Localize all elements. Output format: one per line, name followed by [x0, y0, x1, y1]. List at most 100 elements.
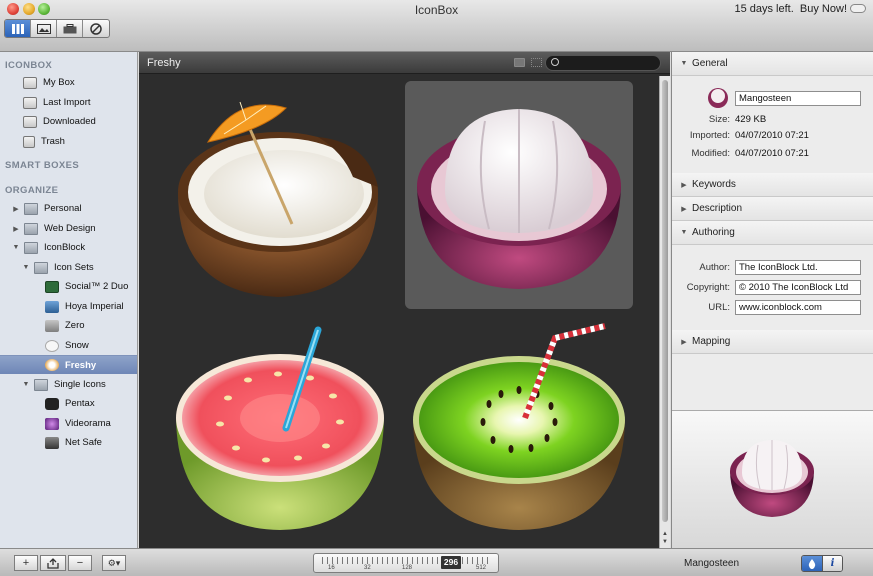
kiwi-icon [413, 323, 625, 530]
sidebar: ICONBOX My Box Last Import Downloaded Tr… [0, 52, 138, 548]
sidebar-item-last-import[interactable]: Last Import [0, 93, 137, 112]
mangosteen-thumb-icon [708, 88, 728, 108]
box-button[interactable] [57, 20, 83, 37]
trash-icon [23, 135, 35, 148]
section-general[interactable]: ▼ General [672, 52, 873, 76]
icon-cell-mangosteen[interactable] [405, 81, 633, 309]
section-smart-boxes: SMART BOXES [5, 160, 80, 171]
action-menu-button[interactable]: ⚙▾ [102, 555, 126, 571]
author-field[interactable]: The IconBlock Ltd. [735, 260, 861, 275]
folder-icon [24, 241, 38, 254]
snow-icon [45, 339, 59, 352]
disclosure-right-icon[interactable]: ▶ [12, 225, 20, 233]
icon-preview [672, 410, 873, 548]
disclosure-down-icon: ▼ [680, 229, 688, 236]
toolbar-toggle-button[interactable] [850, 4, 866, 13]
size-row: Size: 429 KB [708, 114, 767, 125]
vertical-scrollbar[interactable]: ▲ ▼ [659, 76, 670, 548]
tick-label: 16 [328, 565, 335, 571]
copyright-field[interactable]: © 2010 The IconBlock Ltd [735, 280, 861, 295]
collection-title: Freshy [147, 57, 181, 69]
info-pane: ▼ General Mangosteen Size: 429 KB Import… [671, 52, 873, 548]
sidebar-item-hoya-imperial[interactable]: Hoya Imperial [0, 297, 137, 316]
coconut-icon [178, 101, 378, 297]
export-button[interactable] [40, 555, 66, 571]
search-field[interactable] [545, 55, 661, 71]
tick-label: 32 [364, 565, 371, 571]
social-icon [45, 280, 59, 293]
settings-button[interactable] [83, 20, 109, 37]
icon-cell-guava[interactable] [168, 318, 396, 546]
iconbox-window: IconBox 15 days left. Buy Now! ICONBOX M… [0, 0, 873, 576]
tick-label: 128 [402, 565, 413, 571]
last-import-icon [23, 96, 37, 109]
section-keywords[interactable]: ▶ Keywords [672, 173, 873, 197]
folder-icon [24, 202, 38, 215]
disclosure-down-icon[interactable]: ▼ [22, 381, 30, 388]
mangosteen-preview-icon [730, 440, 814, 517]
my-box-icon [23, 76, 37, 89]
browser-header: Freshy [139, 52, 670, 74]
disclosure-right-icon: ▶ [681, 338, 687, 346]
settings-icon [90, 22, 102, 35]
remove-button[interactable]: − [68, 555, 92, 571]
scroll-down-icon[interactable]: ▼ [662, 539, 668, 545]
icon-cell-kiwi[interactable] [405, 318, 633, 546]
list-view-toggle[interactable] [531, 58, 542, 67]
sidebar-item-snow[interactable]: Snow [0, 336, 137, 355]
selection-status: Mangosteen [684, 558, 740, 569]
view-toolbar [4, 19, 110, 38]
icon-cell-coconut[interactable] [168, 82, 396, 310]
sidebar-item-downloaded[interactable]: Downloaded [0, 112, 137, 131]
title-bar: IconBox 15 days left. Buy Now! [0, 0, 873, 52]
info-button[interactable]: i [822, 556, 842, 571]
tick-label: 512 [476, 565, 487, 571]
camera-icon [45, 397, 59, 410]
section-mapping[interactable]: ▶ Mapping [672, 330, 873, 354]
sidebar-item-trash[interactable]: Trash [0, 132, 137, 151]
preview-icon [36, 23, 51, 34]
inspector-toggle: i [801, 555, 843, 572]
name-field[interactable]: Mangosteen [735, 91, 861, 106]
buy-now-link[interactable]: Buy Now! [800, 3, 847, 15]
section-organize: ORGANIZE [5, 185, 59, 196]
mangosteen-icon [417, 109, 621, 289]
search-input[interactable] [562, 57, 656, 69]
grid-view-button[interactable] [5, 20, 31, 37]
sidebar-item-pentax[interactable]: Pentax [0, 394, 137, 413]
videorama-icon [45, 417, 59, 430]
add-button[interactable]: + [14, 555, 38, 571]
sidebar-item-single-icons[interactable]: ▼ Single Icons [0, 375, 137, 394]
url-field[interactable]: www.iconblock.com [735, 300, 861, 315]
hoya-icon [45, 300, 59, 313]
slider-value[interactable]: 296 [441, 556, 461, 569]
modified-row: Modified: 04/07/2010 07:21 [691, 148, 809, 159]
folder-icon [34, 261, 48, 274]
section-authoring[interactable]: ▼ Authoring [672, 221, 873, 245]
guava-icon [176, 326, 384, 530]
disclosure-right-icon[interactable]: ▶ [12, 205, 20, 213]
disclosure-down-icon[interactable]: ▼ [22, 264, 30, 271]
icon-view-toggle[interactable] [514, 58, 525, 67]
sidebar-item-web-design[interactable]: ▶ Web Design [0, 219, 137, 238]
folder-icon [24, 222, 38, 235]
scroll-up-icon[interactable]: ▲ [662, 531, 668, 537]
sidebar-item-iconblock[interactable]: ▼ IconBlock [0, 238, 137, 257]
slider-ticks [322, 557, 492, 564]
disclosure-down-icon[interactable]: ▼ [12, 244, 20, 251]
scrollbar-thumb[interactable] [662, 80, 668, 522]
sidebar-item-zero[interactable]: Zero [0, 316, 137, 335]
sidebar-item-videorama[interactable]: Videorama [0, 414, 137, 433]
icon-size-slider[interactable]: 16 32 128 512 296 [313, 553, 499, 573]
preview-view-button[interactable] [31, 20, 57, 37]
sidebar-item-freshy[interactable]: Freshy [0, 355, 137, 374]
sidebar-item-social-2-duo[interactable]: Social™ 2 Duo [0, 277, 137, 296]
color-drop-button[interactable] [802, 556, 822, 571]
sidebar-item-icon-sets[interactable]: ▼ Icon Sets [0, 258, 137, 277]
sidebar-item-my-box[interactable]: My Box [0, 73, 137, 92]
disclosure-right-icon: ▶ [681, 181, 687, 189]
sidebar-item-net-safe[interactable]: Net Safe [0, 433, 137, 452]
imported-row: Imported: 04/07/2010 07:21 [689, 130, 809, 141]
sidebar-item-personal[interactable]: ▶ Personal [0, 199, 137, 218]
section-description[interactable]: ▶ Description [672, 197, 873, 221]
